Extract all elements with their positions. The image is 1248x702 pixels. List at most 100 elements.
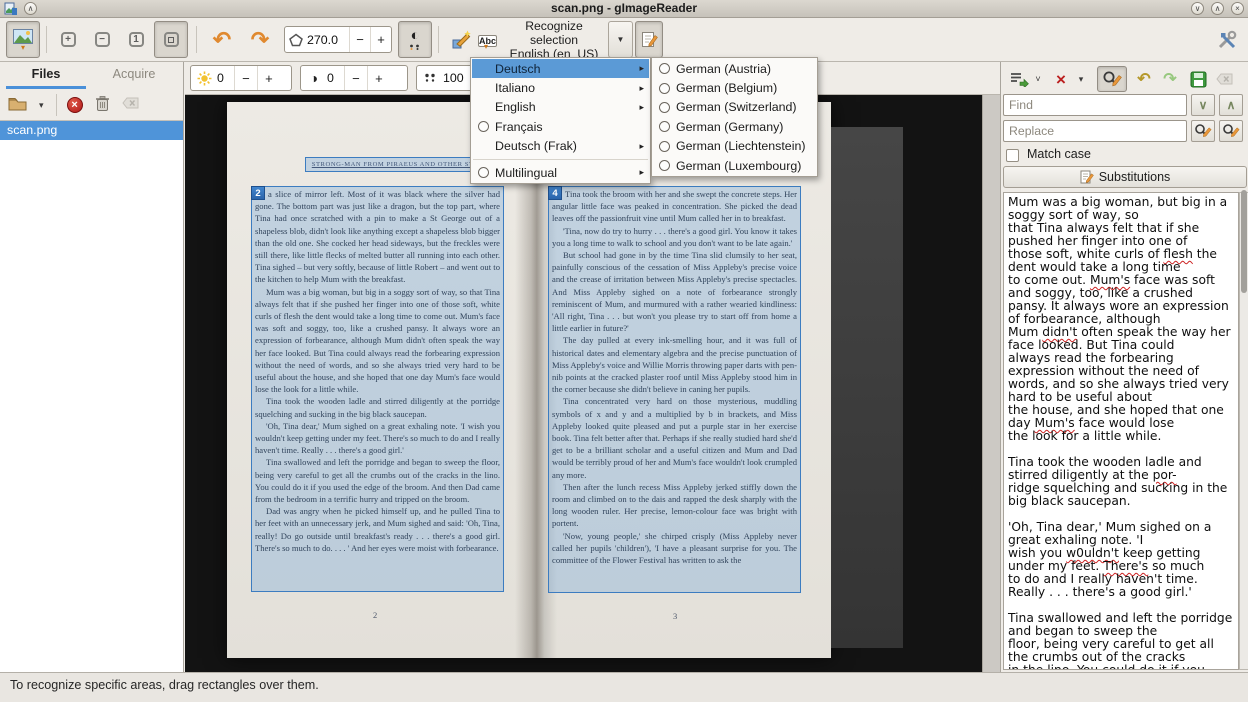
find-next-button[interactable]: ∨	[1191, 94, 1215, 116]
zoom-in-button[interactable]: +	[52, 21, 84, 58]
rotate-left-icon: ↶	[213, 30, 231, 50]
strip-linebreaks-button[interactable]: ×	[1051, 66, 1071, 92]
menu-item-german-luxembourg[interactable]: German (Luxembourg)	[653, 156, 816, 175]
ocr-text-line: to do and I really haven't time. Really …	[1008, 573, 1236, 599]
zoom-original-button[interactable]: 1	[120, 21, 152, 58]
recognize-button[interactable]: Abc▾ Recognize selectionEnglish (en_US)	[478, 21, 606, 58]
brightness-decrease-button[interactable]: −	[234, 66, 257, 90]
rotate-angle-icon	[285, 33, 307, 47]
replace-all-button[interactable]	[1219, 120, 1243, 142]
tab-files[interactable]: Files	[4, 62, 88, 88]
settings-button[interactable]	[1212, 21, 1242, 58]
output-panel: ˅ × ▾ ↶ ↷ ∨ ∧ Match case Substitutions M…	[1000, 62, 1248, 672]
misspelled-word: There's	[1103, 559, 1148, 573]
redo-button[interactable]: ↷	[1158, 66, 1182, 92]
find-input[interactable]	[1003, 94, 1187, 116]
menu-item-german-liechtenstein[interactable]: German (Liechtenstein)	[653, 137, 816, 156]
find-replace-toggle-button[interactable]	[1097, 66, 1127, 92]
zoom-in-icon: +	[61, 32, 76, 47]
tab-acquire[interactable]: Acquire	[92, 62, 176, 88]
rotation-value[interactable]: 270.0	[307, 33, 349, 47]
region-number-badge: 2	[251, 186, 265, 200]
save-text-button[interactable]	[1186, 66, 1210, 92]
misspelled-word: flesh	[1163, 247, 1193, 261]
contrast-value[interactable]: 0	[327, 71, 344, 85]
menu-item-english[interactable]: English▸	[472, 98, 649, 117]
replace-input[interactable]	[1003, 120, 1187, 142]
file-list-item[interactable]: scan.png	[0, 121, 183, 140]
rotation-spinbox[interactable]: 270.0 − +	[284, 26, 392, 53]
insert-mode-dropdown[interactable]: ˅	[1032, 66, 1044, 92]
match-case-label: Match case	[1027, 147, 1091, 161]
delete-image-button[interactable]	[95, 95, 110, 116]
menu-item-german-germany[interactable]: German (Germany)	[653, 117, 816, 136]
rotate-right-icon: ↷	[251, 30, 269, 50]
misspelled-word: Mum's	[1090, 273, 1130, 287]
selection-region-2[interactable]: 2 a slice of mirror left. Most of it was…	[251, 186, 504, 592]
insert-mode-button[interactable]	[1007, 66, 1031, 92]
radio-icon	[659, 141, 676, 152]
menu-item-german-belgium[interactable]: German (Belgium)	[653, 78, 816, 97]
status-message: To recognize specific areas, drag rectan…	[10, 678, 319, 692]
chevron-down-icon: ˅	[1035, 74, 1040, 84]
clear-images-button[interactable]	[122, 97, 139, 113]
gimagereader-window: ∧ scan.png - gImageReader ∨ ∧ × ▾ + − 1 …	[0, 0, 1248, 702]
brightness-increase-button[interactable]: +	[257, 66, 280, 90]
minimize-button[interactable]: ∨	[1191, 2, 1204, 15]
menu-item-fran-ais[interactable]: Français	[472, 117, 649, 136]
toolbar-separator	[56, 94, 57, 116]
menu-item-deutsch[interactable]: Deutsch▸	[472, 59, 649, 78]
selection-region-4[interactable]: 4 Tina took the broom with her and she s…	[548, 186, 801, 593]
menu-item-deutsch-frak[interactable]: Deutsch (Frak)▸	[472, 137, 649, 156]
search-pencil-icon	[1194, 123, 1212, 139]
rotation-increase-button[interactable]: +	[371, 27, 391, 52]
recognize-language-dropdown-button[interactable]: ▼	[608, 21, 633, 58]
contrast-control[interactable]: ◑ 0 − +	[300, 65, 408, 91]
close-button[interactable]: ×	[1231, 2, 1244, 15]
brightness-value[interactable]: 0	[217, 71, 234, 85]
add-images-button[interactable]	[8, 96, 27, 115]
rotate-right-button[interactable]: ↷	[242, 21, 278, 58]
menu-item-multilingual[interactable]: Multilingual▸	[472, 163, 649, 182]
radio-icon	[659, 121, 676, 132]
contrast-increase-button[interactable]: +	[367, 66, 390, 90]
files-list: scan.png	[0, 120, 183, 672]
output-scrollbar-thumb[interactable]	[1241, 190, 1247, 293]
substitutions-button[interactable]: Substitutions	[1003, 166, 1247, 188]
auto-layout-button[interactable]	[446, 21, 476, 58]
rotate-left-button[interactable]: ↶	[204, 21, 240, 58]
ocr-text-line: words, and so she always tried very hard…	[1008, 378, 1236, 404]
menu-item-italiano[interactable]: Italiano▸	[472, 78, 649, 97]
ocr-text-line: Tina took the wooden ladle and stirred d…	[1008, 456, 1236, 482]
add-images-dropdown-button[interactable]: ▾	[39, 100, 44, 111]
files-toolbar: ▾ ×	[0, 90, 183, 120]
zoom-out-button[interactable]: −	[86, 21, 118, 58]
contrast-decrease-button[interactable]: −	[344, 66, 367, 90]
chevron-down-icon: ∨	[1199, 99, 1208, 111]
book-paragraph: Tina took the wooden ladle and stirred d…	[255, 395, 500, 419]
ocr-output-textarea[interactable]: Mum was a big woman, but big in a soggy …	[1003, 192, 1239, 670]
strip-dropdown[interactable]: ▾	[1075, 66, 1087, 92]
brightness-control[interactable]: 0 − +	[190, 65, 292, 91]
open-image-button[interactable]: ▾	[6, 21, 40, 58]
book-left-page-text: a slice of mirror left. Most of it was b…	[252, 187, 503, 591]
misspelled-word: por-	[1153, 468, 1177, 482]
output-pane-toggle-button[interactable]	[635, 21, 663, 58]
match-case-row: Match case	[1001, 146, 1248, 164]
menu-item-german-austria[interactable]: German (Austria)	[653, 59, 816, 78]
canvas-vertical-scrollbar[interactable]	[982, 95, 1000, 672]
match-case-checkbox[interactable]	[1006, 149, 1019, 162]
clear-output-button[interactable]	[1212, 66, 1236, 92]
rotation-decrease-button[interactable]: −	[350, 27, 370, 52]
remove-image-button[interactable]: ×	[67, 97, 83, 113]
find-previous-button[interactable]: ∧	[1219, 94, 1243, 116]
menu-item-german-switzerland[interactable]: German (Switzerland)	[653, 98, 816, 117]
image-controls-toggle-button[interactable]: ◐	[398, 21, 432, 58]
undo-button[interactable]: ↶	[1132, 66, 1156, 92]
book-paragraph: 'Tina, now do try to hurry . . . there's…	[552, 225, 797, 249]
maximize-button[interactable]: ∧	[1211, 2, 1224, 15]
ocr-text-line: those soft, white curls of flesh the den…	[1008, 248, 1236, 274]
radio-icon	[659, 63, 676, 74]
replace-button[interactable]	[1191, 120, 1215, 142]
zoom-fit-button[interactable]	[154, 21, 188, 58]
